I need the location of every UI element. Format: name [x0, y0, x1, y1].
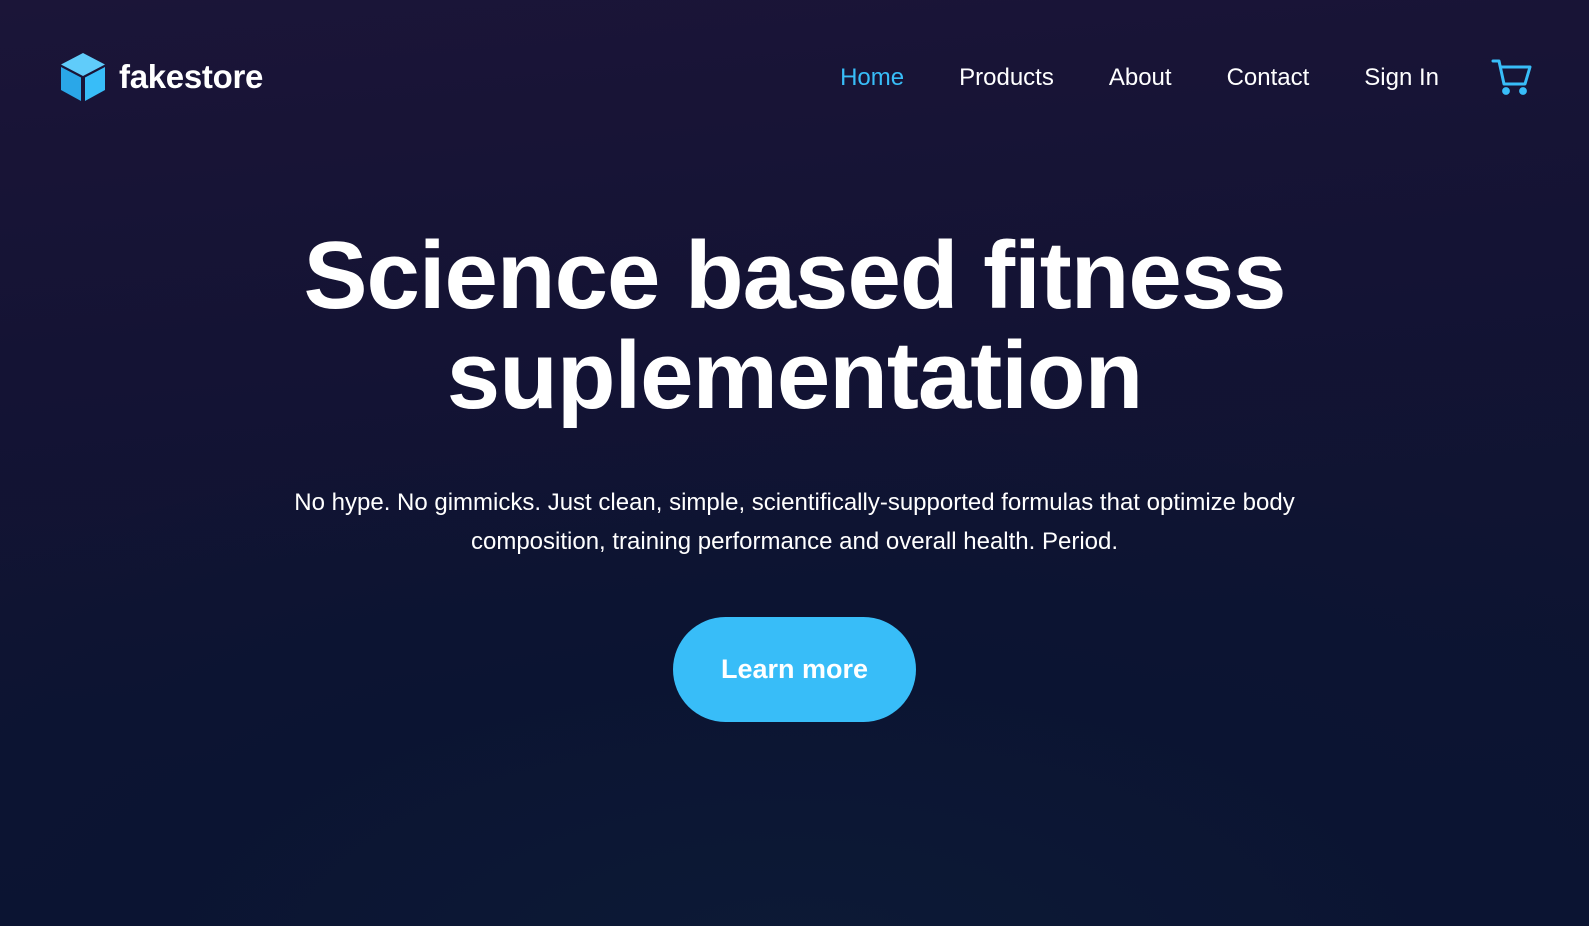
- shopping-cart-icon: [1491, 59, 1532, 95]
- hero-title: Science based fitness suplementation: [195, 226, 1395, 426]
- nav-contact-link[interactable]: Contact: [1227, 58, 1310, 98]
- brand-name: fakestore: [119, 58, 264, 95]
- learn-more-button[interactable]: Learn more: [673, 617, 916, 722]
- brand-logo-link[interactable]: fakestore: [59, 52, 263, 102]
- hero-title-line-2: suplementation: [446, 322, 1143, 429]
- nav-sign-in-link[interactable]: Sign In: [1364, 58, 1439, 98]
- nav-home-link[interactable]: Home: [840, 58, 904, 98]
- site-header: fakestore Home Products About Contact Si…: [0, 0, 1589, 155]
- hero-subtitle: No hype. No gimmicks. Just clean, simple…: [294, 489, 1295, 555]
- cube-icon: [61, 53, 105, 101]
- nav-about-link[interactable]: About: [1109, 58, 1172, 98]
- hero-section: Science based fitness suplementation No …: [0, 226, 1589, 722]
- cart-button[interactable]: [1491, 57, 1533, 97]
- nav-products-link[interactable]: Products: [959, 58, 1054, 98]
- main-nav: Home Products About Contact Sign In: [785, 58, 1439, 98]
- hero-title-line-1: Science based fitness: [303, 222, 1286, 329]
